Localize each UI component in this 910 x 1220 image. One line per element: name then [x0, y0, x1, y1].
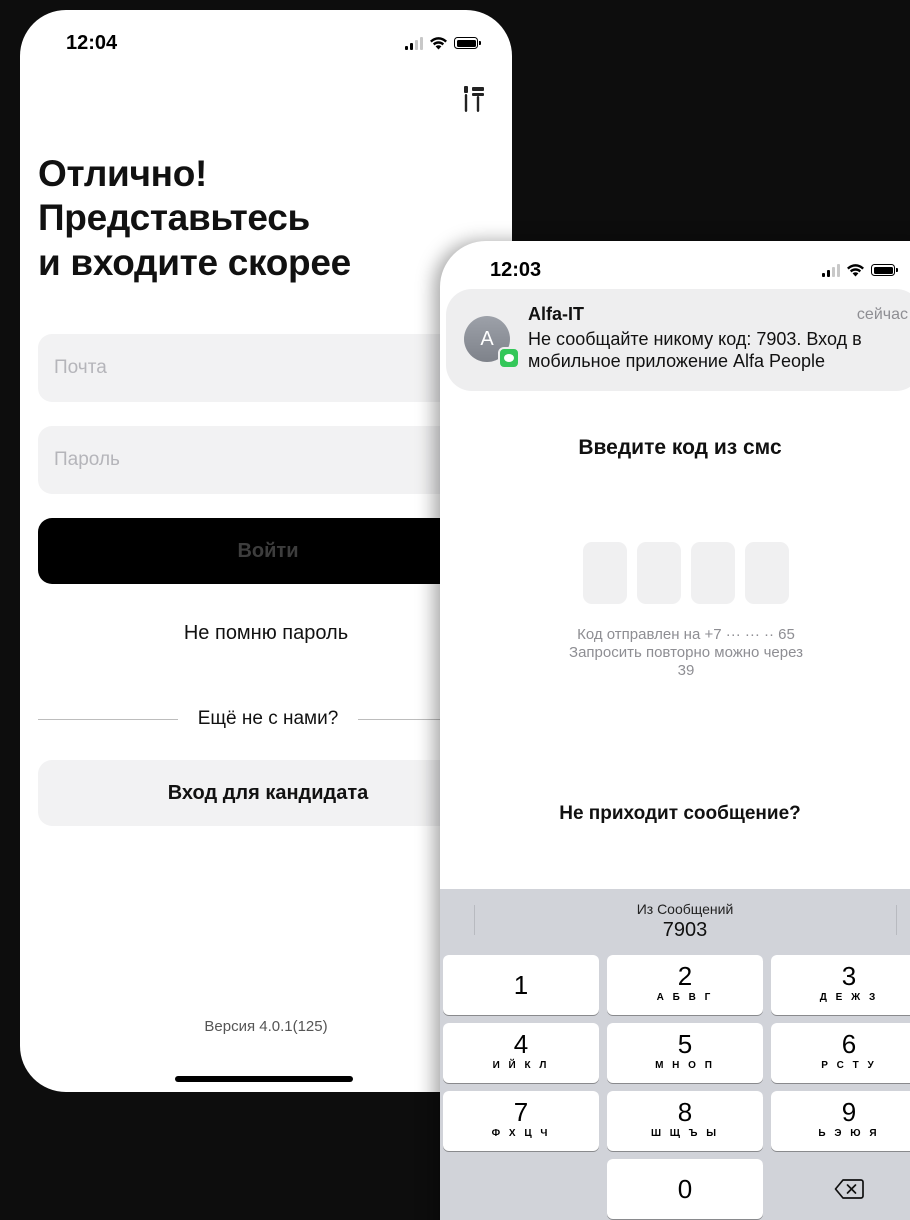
code-title: Введите код из смс: [578, 436, 782, 459]
signal-icon: [822, 263, 840, 277]
delete-icon: [834, 1179, 864, 1199]
key-9[interactable]: 9 Ь Э Ю Я: [771, 1091, 910, 1151]
email-field[interactable]: [38, 334, 498, 402]
status-icons: [822, 263, 898, 277]
numeric-keyboard: Из Сообщений 7903 1 2 А Б В Г 3 Д Е Ж З …: [440, 889, 910, 1220]
sms-code-screen: 12:03 A Alfa-IT сейчас Не сообщайте нико…: [440, 241, 910, 1220]
password-field[interactable]: [38, 426, 498, 494]
login-button[interactable]: Войти: [38, 518, 498, 584]
login-screen: 12:04 Отлично! Представьтесь и входите с…: [20, 10, 512, 1092]
no-message-link[interactable]: Не приходит сообщение?: [440, 803, 910, 825]
home-indicator[interactable]: [175, 1076, 353, 1082]
key-3[interactable]: 3 Д Е Ж З: [771, 955, 910, 1015]
notification-sender: Alfa-IT: [528, 304, 584, 324]
key-7[interactable]: 7 Ф Х Ц Ч: [443, 1091, 599, 1151]
key-5[interactable]: 5 М Н О П: [607, 1023, 763, 1083]
page-title: Отлично! Представьтесь и входите скорее: [38, 153, 351, 283]
divider-text: Ещё не с нами?: [197, 708, 339, 729]
status-time: 12:04: [66, 32, 118, 54]
notification-time: сейчас: [856, 306, 908, 323]
messages-icon: [498, 347, 520, 369]
tools-icon[interactable]: [460, 84, 486, 114]
signal-icon: [405, 36, 423, 50]
status-time: 12:03: [490, 259, 542, 281]
suggestion-value: 7903: [662, 919, 708, 941]
wifi-icon: [430, 37, 447, 50]
key-1[interactable]: 1: [443, 955, 599, 1015]
notification-text: Не сообщайте никому код: 7903. Вход в мо…: [528, 329, 862, 371]
code-input[interactable]: [583, 542, 789, 604]
divider-line: [38, 718, 178, 720]
forgot-password-link[interactable]: Не помню пароль: [20, 622, 512, 645]
status-icons: [405, 36, 481, 50]
code-suggestion[interactable]: Из Сообщений 7903: [440, 901, 910, 942]
code-digit-3[interactable]: [691, 542, 735, 604]
battery-icon: [454, 37, 481, 49]
battery-icon: [871, 264, 898, 276]
key-0[interactable]: 0: [607, 1159, 763, 1219]
key-6[interactable]: 6 Р С Т У: [771, 1023, 910, 1083]
code-digit-2[interactable]: [637, 542, 681, 604]
delete-key[interactable]: [771, 1159, 910, 1219]
candidate-login-label: Вход для кандидата: [167, 781, 369, 804]
code-digit-4[interactable]: [745, 542, 789, 604]
version-label: Версия 4.0.1(125): [204, 1018, 328, 1035]
sms-notification[interactable]: A Alfa-IT сейчас Не сообщайте никому код…: [446, 289, 910, 391]
key-2[interactable]: 2 А Б В Г: [607, 955, 763, 1015]
wifi-icon: [847, 264, 864, 277]
code-digit-1[interactable]: [583, 542, 627, 604]
code-sent-info: Код отправлен на +7 ··· ··· ·· 65 Запрос…: [569, 626, 803, 679]
suggestion-source: Из Сообщений: [636, 901, 734, 917]
key-4[interactable]: 4 И Й К Л: [443, 1023, 599, 1083]
candidate-login-button[interactable]: Вход для кандидата: [38, 760, 498, 826]
divider: Ещё не с нами?: [38, 708, 499, 730]
login-button-label: Войти: [237, 539, 299, 562]
key-8[interactable]: 8 Ш Щ Ъ Ы: [607, 1091, 763, 1151]
